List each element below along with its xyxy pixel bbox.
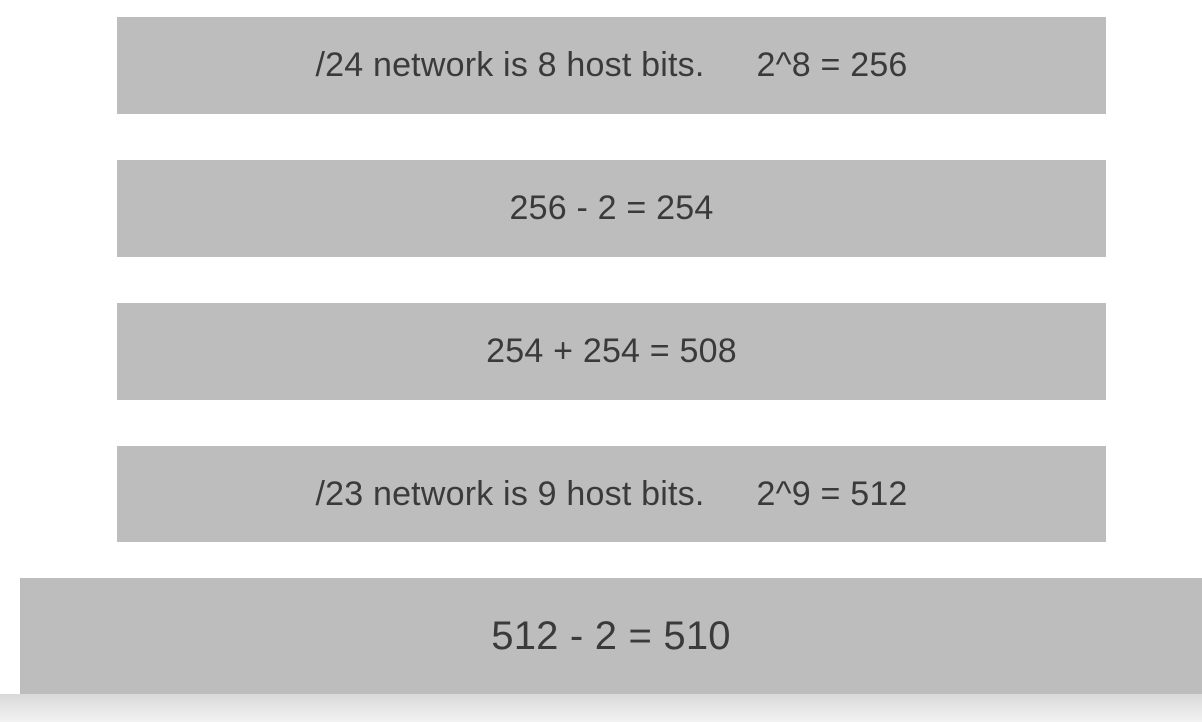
step-23-usable-hosts-text: 512 - 2 = 510 bbox=[491, 613, 731, 658]
step-combined-hosts: 254 + 254 = 508 bbox=[117, 303, 1106, 400]
step-23-host-bits: /23 network is 9 host bits. 2^9 = 512 bbox=[117, 446, 1106, 542]
step-combined-hosts-text: 254 + 254 = 508 bbox=[486, 332, 737, 370]
step-23-usable-hosts: 512 - 2 = 510 bbox=[20, 578, 1202, 694]
step-23-host-bits-label: /23 network is 9 host bits. bbox=[315, 474, 705, 513]
step-24-usable-hosts: 256 - 2 = 254 bbox=[117, 160, 1106, 257]
step-24-usable-hosts-text: 256 - 2 = 254 bbox=[509, 189, 714, 227]
bottom-edge bbox=[0, 694, 1202, 722]
step-24-power-result: 2^8 = 256 bbox=[756, 46, 908, 84]
step-24-host-bits: /24 network is 8 host bits. 2^8 = 256 bbox=[117, 17, 1106, 114]
step-23-power-result: 2^9 = 512 bbox=[756, 474, 908, 513]
step-24-host-bits-label: /24 network is 8 host bits. bbox=[315, 46, 705, 84]
